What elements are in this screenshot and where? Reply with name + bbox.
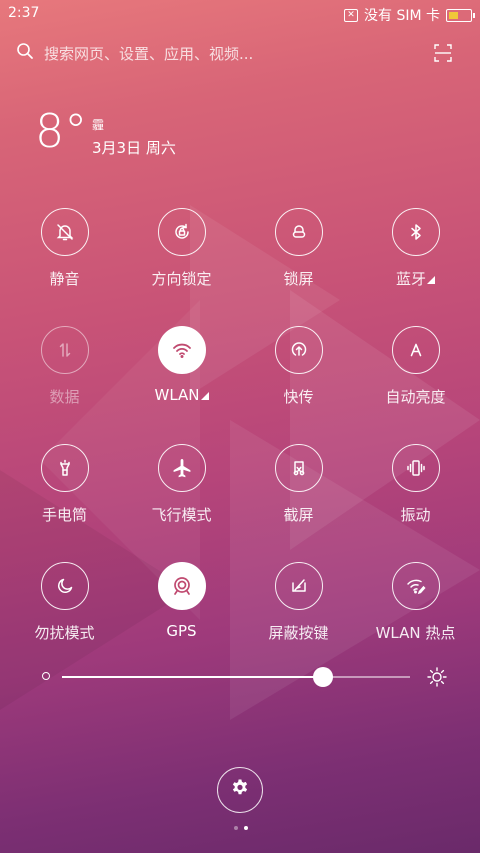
- mute-icon: [40, 208, 89, 256]
- screenshot-icon: [274, 444, 323, 492]
- toggle-label: 静音: [49, 270, 80, 288]
- toggle-mute[interactable]: 静音: [6, 208, 123, 289]
- toggle-do-not-disturb[interactable]: 勿扰模式: [6, 562, 123, 643]
- block-keys-icon: [274, 562, 323, 610]
- toggle-label: WLAN 热点: [375, 624, 456, 642]
- toggle-label: 方向锁定: [151, 270, 212, 288]
- vibrate-icon: [391, 444, 440, 492]
- toggle-hotspot[interactable]: WLAN 热点: [357, 562, 474, 643]
- toggle-airplane-mode[interactable]: 飞行模式: [123, 444, 240, 525]
- status-time: 2:37: [8, 5, 40, 21]
- toggle-label: 快传: [283, 388, 314, 406]
- gps-icon: [157, 562, 206, 610]
- toggle-label-text: 蓝牙: [395, 270, 426, 288]
- toggle-vibrate[interactable]: 振动: [357, 444, 474, 525]
- settings-button[interactable]: [217, 767, 263, 813]
- sim-status: 没有 SIM 卡: [364, 8, 440, 24]
- toggle-label: 自动亮度: [385, 388, 446, 406]
- toggle-mobile-data: 数据: [6, 326, 123, 407]
- toggle-bluetooth[interactable]: 蓝牙: [357, 208, 474, 289]
- toggle-label: 截屏: [283, 506, 314, 524]
- airplane-icon: [157, 444, 206, 492]
- quick-toggles-grid: 静音 方向锁定 锁屏 蓝牙 数据 WLAN 快传 自动亮度 手电筒 飞行模式 截…: [6, 208, 474, 643]
- brightness-low-icon: [42, 672, 50, 680]
- search-placeholder[interactable]: 搜索网页、设置、应用、视频...: [44, 43, 253, 64]
- toggle-screenshot[interactable]: 截屏: [240, 444, 357, 525]
- battery-icon: [446, 8, 475, 22]
- toggle-label: 勿扰模式: [34, 624, 95, 642]
- toggle-quick-transfer[interactable]: 快传: [240, 326, 357, 407]
- bluetooth-icon: [391, 208, 440, 256]
- scan-icon[interactable]: [434, 44, 452, 66]
- quick-transfer-icon: [274, 326, 323, 374]
- toggle-label-text: WLAN: [154, 386, 200, 404]
- wifi-icon: [157, 326, 206, 374]
- moon-icon: [40, 562, 89, 610]
- hotspot-icon: [391, 562, 440, 610]
- toggle-label: WLAN: [154, 386, 209, 404]
- page-dot: [234, 826, 238, 830]
- temperature: 8°: [35, 104, 88, 158]
- sun-icon: [426, 666, 448, 692]
- toggle-label: 数据: [49, 388, 80, 406]
- lock-icon: [274, 208, 323, 256]
- brightness-track[interactable]: [62, 676, 410, 678]
- toggle-label: 振动: [400, 506, 431, 524]
- page-indicator: [234, 826, 248, 830]
- weather-condition: 霾: [92, 118, 105, 132]
- search-bar[interactable]: 搜索网页、设置、应用、视频...: [16, 33, 464, 73]
- auto-brightness-icon: [391, 326, 440, 374]
- brightness-slider[interactable]: [38, 662, 448, 692]
- battery-level: [449, 11, 458, 19]
- mobile-data-icon: [40, 326, 89, 374]
- toggle-label: 飞行模式: [151, 506, 212, 524]
- toggle-auto-brightness[interactable]: 自动亮度: [357, 326, 474, 407]
- toggle-gps[interactable]: GPS: [123, 562, 240, 643]
- more-indicator-icon: [427, 276, 435, 284]
- date: 3月3日 周六: [92, 139, 176, 157]
- status-bar: 2:37 ✕ 没有 SIM 卡: [0, 0, 480, 28]
- no-sim-icon: ✕: [344, 8, 358, 22]
- toggle-label: 屏蔽按键: [268, 624, 329, 642]
- gear-icon: [230, 778, 250, 802]
- weather-widget[interactable]: 8° 霾 3月3日 周六: [35, 104, 176, 158]
- toggle-label: 蓝牙: [396, 268, 435, 289]
- search-icon: [16, 42, 34, 64]
- more-indicator-icon: [200, 392, 209, 400]
- toggle-label: 锁屏: [283, 270, 314, 288]
- toggle-block-keys[interactable]: 屏蔽按键: [240, 562, 357, 643]
- page-dot-active: [244, 826, 248, 830]
- toggle-label: GPS: [166, 622, 197, 640]
- toggle-flashlight[interactable]: 手电筒: [6, 444, 123, 525]
- toggle-label: 手电筒: [41, 506, 87, 524]
- brightness-thumb[interactable]: [313, 667, 333, 687]
- flashlight-icon: [40, 444, 89, 492]
- toggle-rotation-lock[interactable]: 方向锁定: [123, 208, 240, 289]
- toggle-wlan[interactable]: WLAN: [123, 326, 240, 407]
- brightness-fill: [62, 676, 323, 678]
- toggle-lock-screen[interactable]: 锁屏: [240, 208, 357, 289]
- rotation-lock-icon: [157, 208, 206, 256]
